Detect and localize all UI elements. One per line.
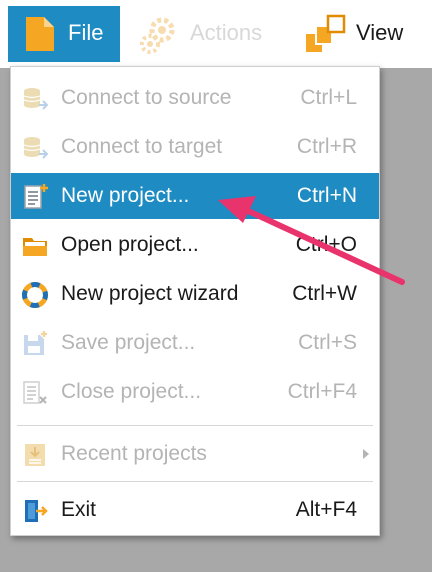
- annotation-arrow-icon: [218, 196, 405, 285]
